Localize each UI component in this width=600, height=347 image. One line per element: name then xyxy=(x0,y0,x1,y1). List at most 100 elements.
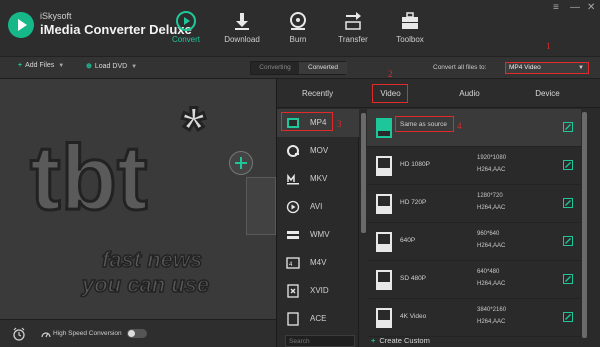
resolution-codec: H264,AAC xyxy=(477,205,506,211)
output-format-select[interactable]: MP4 Video ▼ xyxy=(505,62,589,74)
resolution-dimensions: 3840*2160 xyxy=(477,307,507,313)
chevron-down-icon: ▼ xyxy=(578,65,584,71)
annotation-2: 2 xyxy=(388,69,393,79)
format-item-mp4[interactable]: MP4 xyxy=(277,109,359,137)
format-label: MOV xyxy=(310,146,329,155)
resolution-list-scrollbar[interactable] xyxy=(582,112,587,338)
edit-icon[interactable] xyxy=(563,160,573,170)
format-item-ace[interactable]: ACE xyxy=(277,305,359,333)
logo-text-you-can-use: you can use xyxy=(81,272,209,297)
resolution-item-4k-video[interactable]: 4K Video 3840*2160 H264,AAC xyxy=(367,299,581,337)
chevron-down-icon[interactable]: ▼ xyxy=(58,63,64,69)
format-item-wmv[interactable]: WMV xyxy=(277,221,359,249)
edit-icon[interactable] xyxy=(563,198,573,208)
resolution-label: HD 720P xyxy=(400,199,427,206)
tab-converting[interactable]: Converting xyxy=(251,62,299,74)
format-item-avi[interactable]: AVI xyxy=(277,193,359,221)
avi-icon xyxy=(286,200,300,214)
nav-tab-download[interactable]: Download xyxy=(212,10,272,50)
resolution-item-same-as-source[interactable]: Same as source xyxy=(367,109,581,147)
title-bar: iSkysoft iMedia Converter Deluxe ≡ — ✕ C… xyxy=(0,0,600,57)
output-format-value: MP4 Video xyxy=(509,64,541,71)
drop-zone-document-icon xyxy=(246,177,276,235)
resolution-dimensions: 1920*1080 xyxy=(477,155,507,161)
converting-converted-switch: Converting Converted xyxy=(250,61,347,75)
nav-tab-toolbox[interactable]: Toolbox xyxy=(380,10,440,50)
format-label: WMV xyxy=(310,230,330,239)
plus-icon: + xyxy=(371,336,376,345)
nav-tab-label: Convert xyxy=(171,35,200,44)
720p-badge-icon xyxy=(376,194,392,214)
resolution-item-hd-720p[interactable]: HD 720P 1280*720 H264,AAC xyxy=(367,185,581,223)
nav-tab-label: Download xyxy=(224,35,260,44)
edit-icon[interactable] xyxy=(563,274,573,284)
xvid-icon xyxy=(287,284,299,298)
format-search-input[interactable] xyxy=(285,335,355,347)
resolution-codec: H264,AAC xyxy=(477,281,506,287)
nav-tab-convert[interactable]: Convert xyxy=(156,10,216,50)
format-item-mkv[interactable]: MKV xyxy=(277,165,359,193)
resolution-codec: H264,AAC xyxy=(477,319,506,325)
edit-icon[interactable] xyxy=(563,122,573,132)
create-custom-label: Create Custom xyxy=(379,336,430,345)
format-list: MP4 MOV MKV AVI WMV 4 M4V XVID ACE xyxy=(277,109,359,347)
convert-all-label: Convert all files to: xyxy=(433,64,487,71)
format-item-mov[interactable]: MOV xyxy=(277,137,359,165)
nav-tab-transfer[interactable]: Transfer xyxy=(323,10,383,50)
format-list-scrollbar[interactable] xyxy=(361,113,366,233)
panel-footer: +Create Custom xyxy=(277,335,600,347)
resolution-codec: H264,AAC xyxy=(477,167,506,173)
nav-tab-label: Toolbox xyxy=(396,35,424,44)
wmv-icon xyxy=(287,231,299,239)
download-icon xyxy=(235,13,249,30)
resolution-dimensions: 1280*720 xyxy=(477,193,503,199)
alarm-clock-icon[interactable] xyxy=(12,327,26,341)
640p-badge-icon xyxy=(376,232,392,252)
bottom-bar: High Speed Conversion xyxy=(0,319,276,347)
resolution-dimensions: 640*480 xyxy=(477,269,500,275)
format-item-m4v[interactable]: 4 M4V xyxy=(277,249,359,277)
tab-audio[interactable]: Audio xyxy=(429,89,510,98)
resolution-codec: H264,AAC xyxy=(477,243,506,249)
resolution-label: SD 480P xyxy=(400,275,427,282)
edit-icon[interactable] xyxy=(563,236,573,246)
resolution-label: 4K Video xyxy=(400,313,427,320)
edit-icon[interactable] xyxy=(563,312,573,322)
add-files-button[interactable]: + Add Files ▼ xyxy=(18,62,64,69)
logo-text-fast-news: fast news xyxy=(102,247,202,272)
menu-icon[interactable]: ≡ xyxy=(553,2,559,13)
annotation-highlight-box xyxy=(372,84,408,103)
ace-icon xyxy=(287,312,299,326)
high-speed-toggle[interactable] xyxy=(127,329,147,338)
resolution-item-640p[interactable]: 640P 960*640 H264,AAC xyxy=(367,223,581,261)
annotation-3: 3 xyxy=(337,119,342,129)
resolution-item-sd-480p[interactable]: SD 480P 640*480 H264,AAC xyxy=(367,261,581,299)
m4v-icon: 4 xyxy=(286,257,300,269)
tab-converted[interactable]: Converted xyxy=(299,62,347,74)
app-logo-icon xyxy=(8,12,34,38)
load-dvd-button[interactable]: ⊕ Load DVD ▼ xyxy=(86,62,137,70)
resolution-label: HD 1080P xyxy=(400,161,430,168)
minimize-icon[interactable]: — xyxy=(570,2,580,13)
mov-icon xyxy=(287,145,299,157)
4k-badge-icon xyxy=(376,308,392,328)
tbt-logo-image: tbt * fast news you can use xyxy=(22,99,252,299)
speed-icon xyxy=(41,332,51,338)
format-label: ACE xyxy=(310,314,327,323)
format-item-xvid[interactable]: XVID xyxy=(277,277,359,305)
convert-icon xyxy=(176,11,196,31)
resolution-item-hd-1080p[interactable]: HD 1080P 1920*1080 H264,AAC xyxy=(367,147,581,185)
tab-recently[interactable]: Recently xyxy=(277,89,358,98)
chevron-down-icon[interactable]: ▼ xyxy=(131,64,137,70)
burn-icon xyxy=(290,12,306,30)
close-icon[interactable]: ✕ xyxy=(587,2,595,13)
create-custom-button[interactable]: + Create Custom xyxy=(371,336,430,345)
format-label: M4V xyxy=(310,258,327,267)
add-file-plus-icon[interactable] xyxy=(229,151,253,175)
tab-device[interactable]: Device xyxy=(507,89,588,98)
high-speed-conversion-label: High Speed Conversion xyxy=(53,330,122,337)
nav-tab-burn[interactable]: Burn xyxy=(268,10,328,50)
mkv-icon xyxy=(287,173,299,185)
transfer-icon xyxy=(345,12,361,30)
panel-tabs: Recently Video Audio Device xyxy=(277,79,600,108)
